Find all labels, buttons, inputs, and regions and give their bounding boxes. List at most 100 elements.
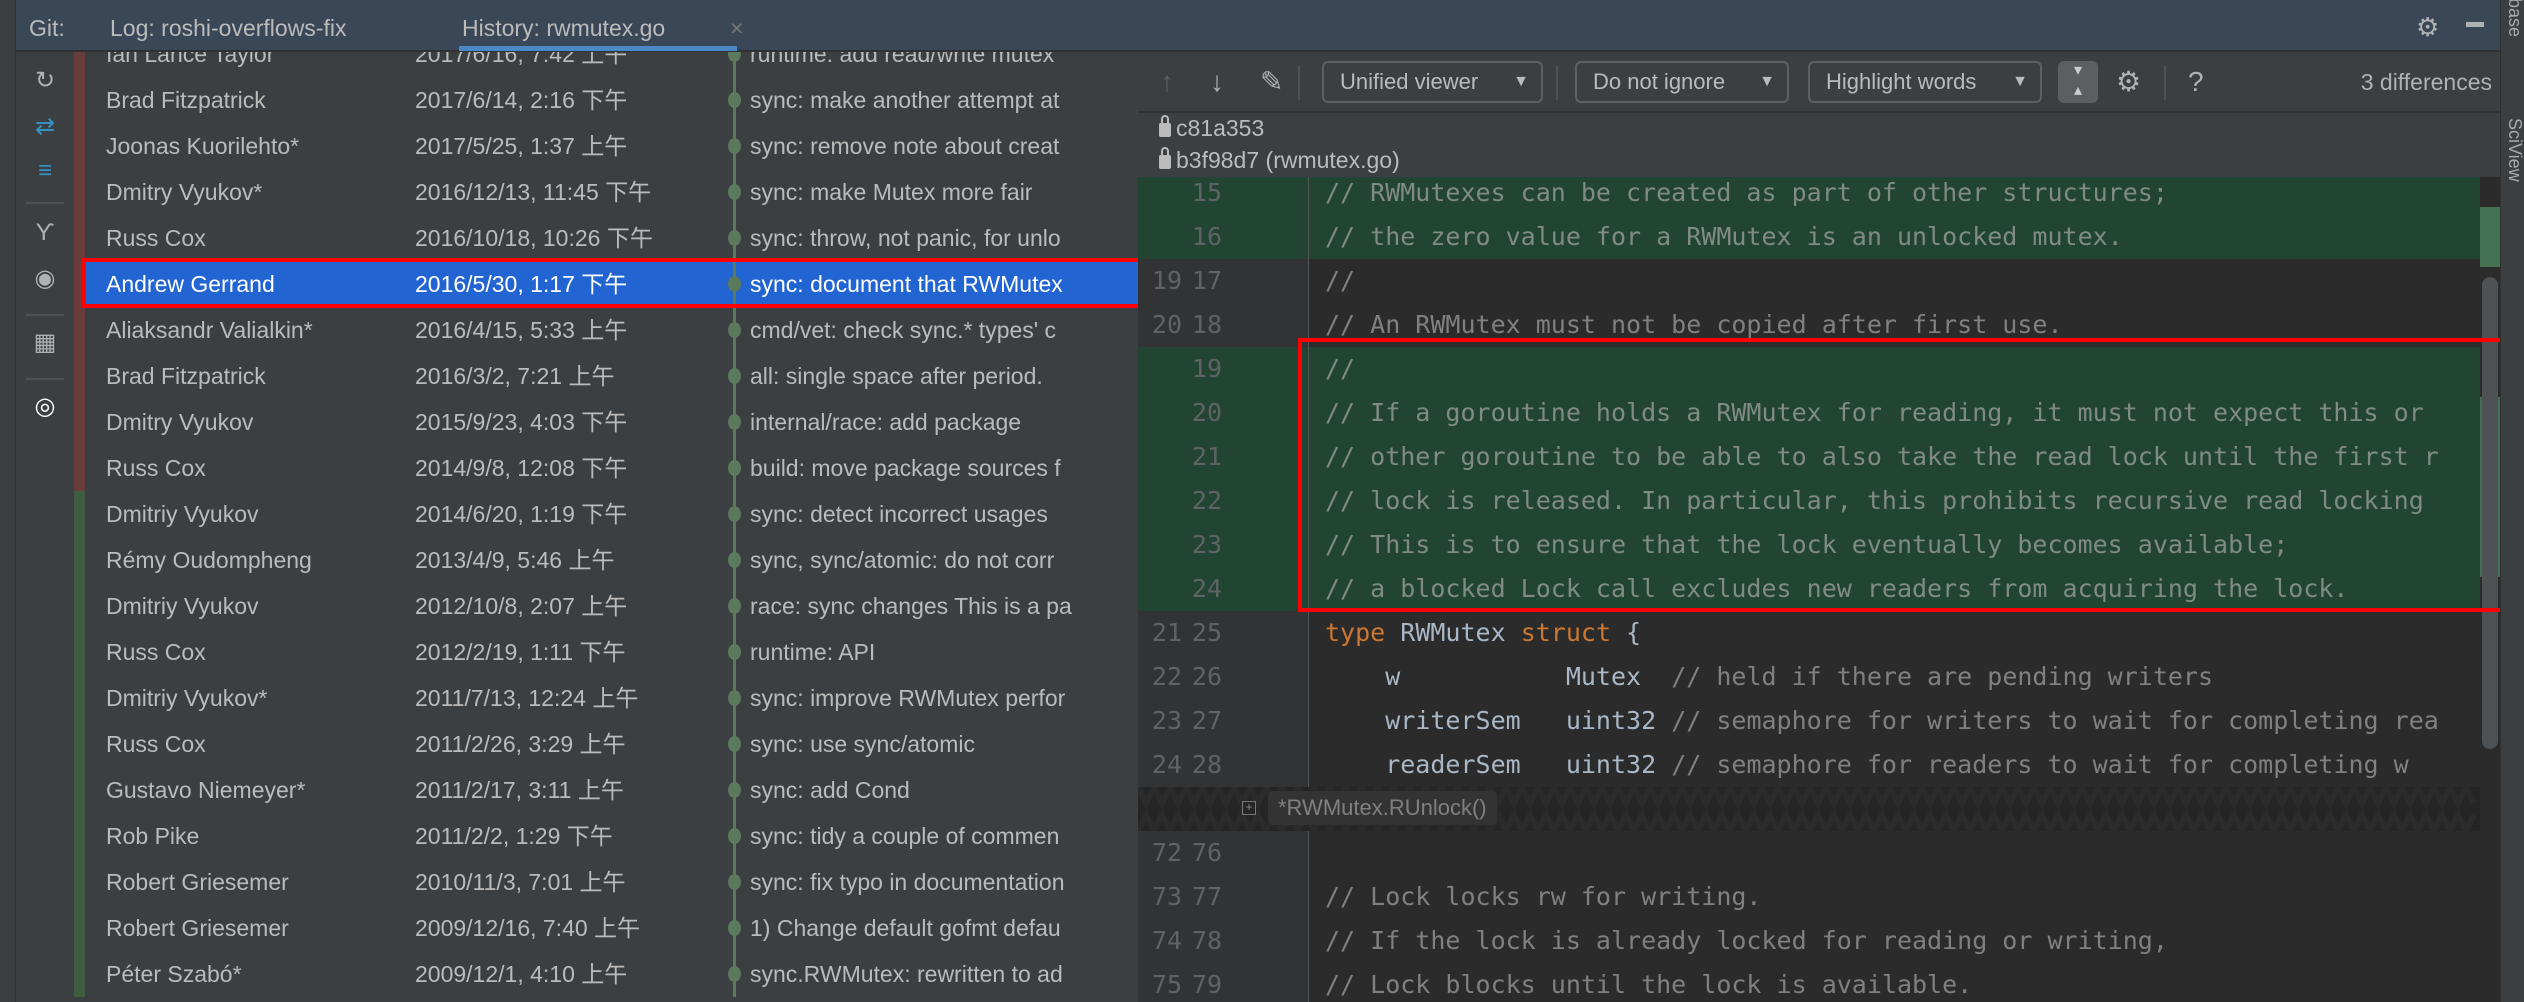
new-line-number: 27	[1191, 706, 1222, 735]
collapsed-region[interactable]: + *RWMutex.RUnlock()	[1138, 787, 2480, 831]
commit-date: 2014/6/20, 1:19 下午	[415, 501, 628, 527]
history-row[interactable]: Gustavo Niemeyer* 2011/2/17, 3:11 上午 sync:…	[74, 767, 1138, 813]
change-stripe	[74, 583, 85, 629]
file-history-list[interactable]: Ian Lance Taylor 2017/6/16, 7:42 上午 runtim…	[74, 52, 1138, 1002]
history-row[interactable]: Dmitriy Vyukov 2012/10/8, 2:07 上午 race: sy…	[74, 583, 1138, 629]
arrow-up-icon[interactable]: ↑	[1160, 64, 1174, 100]
change-stripe	[74, 169, 85, 215]
layout-icon[interactable]: ▦	[30, 328, 60, 358]
line-gutter: 20	[1138, 391, 1309, 435]
tab-history[interactable]: History: rwmutex.go	[462, 0, 665, 50]
github-icon[interactable]: ◎	[30, 392, 60, 422]
code-line: 19 17//	[1138, 259, 2480, 303]
highlight-box	[82, 258, 1145, 308]
gear-icon[interactable]: ⚙	[2116, 64, 2141, 100]
highlight-value: Highlight words	[1826, 69, 1977, 94]
commit-message: sync.RWMutex: rewritten to ad	[750, 961, 1063, 987]
sciview-tool-button[interactable]: SciView	[2504, 118, 2524, 182]
line-gutter: 21 25	[1138, 611, 1309, 655]
compare-icon[interactable]: ≡	[30, 156, 60, 186]
history-row[interactable]: Dmitriy Vyukov* 2011/7/13, 12:24 上午 sync: …	[74, 675, 1138, 721]
line-gutter: 23	[1138, 523, 1309, 567]
highlight-dropdown[interactable]: Highlight words ▼	[1808, 61, 2042, 103]
history-row[interactable]: Rob Pike 2011/2/2, 1:29 下午 sync: tidy a co…	[74, 813, 1138, 859]
new-line-number: 16	[1191, 222, 1222, 251]
expand-icon[interactable]: +	[1242, 801, 1256, 815]
ignore-dropdown[interactable]: Do not ignore ▼	[1575, 61, 1789, 103]
minimize-icon[interactable]	[2466, 22, 2484, 27]
history-row[interactable]: Russ Cox 2014/9/8, 12:08 下午 build: move pa…	[74, 445, 1138, 491]
line-gutter: 24	[1138, 567, 1309, 611]
commit-author: Péter Szabó*	[106, 961, 242, 987]
code-token: {	[1626, 618, 1642, 647]
commit-message: sync, sync/atomic: do not corr	[750, 547, 1055, 573]
commit-node	[728, 52, 741, 62]
history-row[interactable]: Ian Lance Taylor 2017/6/16, 7:42 上午 runtim…	[74, 52, 1138, 77]
new-line-number: 77	[1191, 882, 1222, 911]
refresh-icon[interactable]: ↻	[30, 66, 60, 96]
gear-icon[interactable]: ⚙	[2416, 12, 2439, 43]
old-line-number: 74	[1151, 926, 1182, 955]
tab-log[interactable]: Log: roshi-overflows-fix	[110, 0, 346, 50]
line-gutter: 16	[1138, 215, 1309, 259]
code-token: // RWMutexes can be created as part of o…	[1325, 178, 2168, 207]
commit-author: Russ Cox	[106, 225, 206, 251]
help-button[interactable]: ?	[2188, 64, 2204, 100]
viewer-dropdown[interactable]: Unified viewer ▼	[1322, 61, 1543, 103]
history-row[interactable]: Brad Fitzpatrick 2017/6/14, 2:16 下午 sync: …	[74, 77, 1138, 123]
new-line-number: 79	[1191, 970, 1222, 999]
divider	[26, 202, 64, 204]
commit-author: Dmitriy Vyukov	[106, 593, 259, 619]
commit-author: Dmitriy Vyukov*	[106, 685, 268, 711]
fold-label[interactable]: *RWMutex.RUnlock()	[1268, 791, 1497, 825]
eye-icon[interactable]: ◉	[30, 264, 60, 294]
history-row[interactable]: Joonas Kuorilehto* 2017/5/25, 1:37 上午 sync…	[74, 123, 1138, 169]
commit-date: 2010/11/3, 7:01 上午	[415, 869, 626, 895]
database-tool-button[interactable]: Database	[2504, 0, 2524, 37]
history-row[interactable]: Dmitry Vyukov 2015/9/23, 4:03 下午 internal/…	[74, 399, 1138, 445]
old-line-number: 22	[1151, 662, 1182, 691]
commit-date: 2015/9/23, 4:03 下午	[415, 409, 628, 435]
line-gutter: 72 76	[1138, 831, 1309, 875]
history-row[interactable]: Dmitriy Vyukov 2014/6/20, 1:19 下午 sync: de…	[74, 491, 1138, 537]
revision-header: c81a353 b3f98d7 (rwmutex.go)	[1138, 113, 2500, 177]
edit-icon[interactable]: ✎	[1260, 64, 1283, 100]
history-row[interactable]: Rémy Oudompheng 2013/4/9, 5:46 上午 sync, sy…	[74, 537, 1138, 583]
history-row[interactable]: Russ Cox 2012/2/19, 1:11 下午 runtime: API	[74, 629, 1138, 675]
history-row[interactable]: Robert Griesemer 2009/12/16, 7:40 上午 1) Ch…	[74, 905, 1138, 951]
history-row[interactable]: Russ Cox 2016/10/18, 10:26 下午 sync: throw,…	[74, 215, 1138, 261]
history-row[interactable]: Péter Szabó* 2009/12/1, 4:10 上午 sync.RWMut…	[74, 951, 1138, 997]
code-token: // Lock blocks until the lock is availab…	[1325, 970, 1973, 999]
history-row[interactable]: Russ Cox 2011/2/26, 3:29 上午 sync: use sync…	[74, 721, 1138, 767]
close-icon[interactable]: ×	[730, 0, 743, 50]
commit-node	[728, 782, 741, 798]
old-line-number: 19	[1151, 266, 1182, 295]
collapse-unchanged-button[interactable]: ▾ ▴	[2058, 61, 2098, 103]
code-token: readerSem uint32	[1325, 750, 1672, 779]
commit-node	[728, 966, 741, 982]
line-gutter: 24 28	[1138, 743, 1309, 787]
arrow-down-icon[interactable]: ↓	[1210, 64, 1224, 100]
commit-author: Dmitriy Vyukov	[106, 501, 259, 527]
history-row[interactable]: Aliaksandr Valialkin* 2016/4/15, 5:33 上午 c…	[74, 307, 1138, 353]
history-toolbar: ↻ ⇄ ≡ Ƴ ◉ ▦ ◎	[16, 52, 74, 1002]
history-row[interactable]: Brad Fitzpatrick 2016/3/2, 7:21 上午 all: si…	[74, 353, 1138, 399]
divider	[26, 378, 64, 380]
change-stripe	[74, 491, 85, 537]
change-stripe	[74, 52, 85, 77]
old-line-number: 72	[1151, 838, 1182, 867]
added-line: 16 // the zero value for a RWMutex is an …	[1138, 215, 2480, 259]
commit-author: Gustavo Niemeyer*	[106, 777, 306, 803]
history-row[interactable]: Dmitry Vyukov* 2016/12/13, 11:45 下午 sync: …	[74, 169, 1138, 215]
commit-date: 2017/6/14, 2:16 下午	[415, 87, 628, 113]
line-text: // Lock blocks until the lock is availab…	[1325, 963, 1972, 1002]
code-token: // held if there are pending writers	[1671, 662, 2214, 691]
branch-icon[interactable]: Ƴ	[30, 218, 60, 248]
cherry-pick-icon[interactable]: ⇄	[30, 112, 60, 142]
line-gutter: 74 78	[1138, 919, 1309, 963]
history-row[interactable]: Robert Griesemer 2010/11/3, 7:01 上午 sync: …	[74, 859, 1138, 905]
new-line-number: 20	[1191, 398, 1222, 427]
code-token: //	[1325, 266, 1356, 295]
commit-date: 2011/2/26, 3:29 上午	[415, 731, 626, 757]
code-line: 22 26 w Mutex // held if there are pendin…	[1138, 655, 2480, 699]
